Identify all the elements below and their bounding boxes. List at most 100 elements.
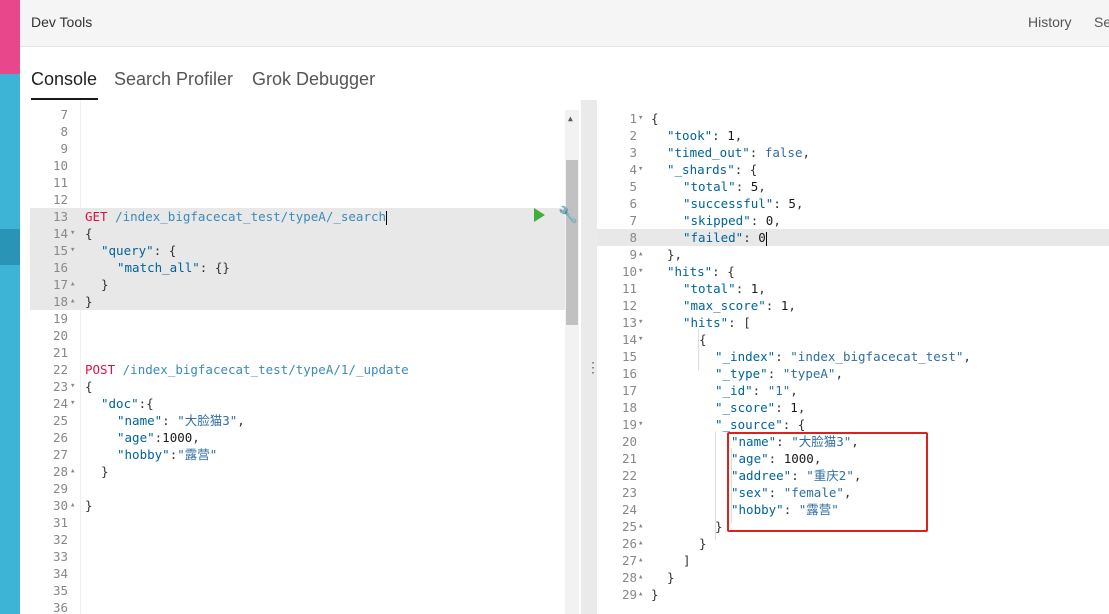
code-text: "took": 1, [651,127,742,144]
fold-open-icon[interactable]: ▾ [638,416,648,433]
settings-link[interactable]: Se [1094,14,1109,30]
fold-open-icon[interactable]: ▾ [638,263,648,280]
request-editor[interactable]: 7 8 9 10 11 12 13 GET /index_bigfacecat_test/ty… [30,100,580,614]
code-token: , [788,298,796,313]
line-number: 11 [52,175,68,190]
scrollbar-thumb[interactable] [566,160,578,325]
code-token: : { [153,243,177,258]
line-number: 35 [52,583,68,598]
fold-open-icon[interactable]: ▾ [70,378,80,395]
fold-close-icon[interactable]: ▴ [70,276,80,293]
line-number: 20 [621,434,637,449]
editor-scrollbar[interactable]: ▲ [565,110,579,614]
code-token: : [768,485,784,500]
indent-guide [715,431,716,540]
code-token: "skipped" [683,213,751,228]
editor-line: 26 "age":1000, [30,429,565,446]
code-token: : [776,434,792,449]
nav-item-dev-tools[interactable] [0,229,20,265]
code-token: "name" [117,413,163,428]
code-token: "_source" [715,417,783,432]
code-text: "hobby":"露营" [85,446,217,463]
fold-close-icon[interactable]: ▴ [638,246,648,263]
code-token: : [743,230,759,245]
line-number: 10 [621,264,637,279]
line-number: 14 [621,332,637,347]
output-line: 23 "sex": "female", [597,484,1109,501]
code-text: POST /index_bigfacecat_test/typeA/1/_upd… [85,361,409,378]
editor-line: 27 "hobby":"露营" [30,446,565,463]
output-line: 11 "total": 1, [597,280,1109,297]
code-token: , [963,349,971,364]
fold-close-icon[interactable]: ▴ [638,535,648,552]
output-line: 28 ▴} [597,569,1109,586]
code-text: "name": "大脸猫3", [651,433,859,450]
editor-line: 8 [30,123,565,140]
line-number: 13 [621,315,637,330]
editor-line: 11 [30,174,565,191]
wrench-icon[interactable]: 🔧 [558,205,578,224]
indent-guide [698,329,699,370]
code-token: "大脸猫3" [177,413,238,428]
code-token: }, [667,247,683,262]
output-line: 3 "timed_out": false, [597,144,1109,161]
fold-close-icon[interactable]: ▴ [638,552,648,569]
output-line: 29 ▴} [597,586,1109,603]
code-token: "露营" [177,447,218,462]
code-token: "重庆2" [806,468,854,483]
pane-resizer[interactable]: ⋮ [581,100,600,614]
editor-line: 12 [30,191,565,208]
line-number: 15 [621,349,637,364]
code-token: "total" [683,281,736,296]
code-text: } [651,586,659,603]
fold-close-icon[interactable]: ▴ [70,497,80,514]
line-number: 17 [621,383,637,398]
fold-close-icon[interactable]: ▴ [638,569,648,586]
fold-close-icon[interactable]: ▴ [70,293,80,310]
fold-open-icon[interactable]: ▾ [70,242,80,259]
nav-logo-block[interactable] [0,0,20,74]
code-token: : [735,281,751,296]
line-number: 11 [621,281,637,296]
response-output: 1 ▾{2 "took": 1, 3 "timed_out": false, 4 ▾ "_sh… [597,100,1109,614]
fold-close-icon[interactable]: ▴ [638,518,648,535]
tab-grok-debugger[interactable]: Grok Debugger [252,69,375,90]
tab-search-profiler[interactable]: Search Profiler [114,69,233,90]
fold-open-icon[interactable]: ▾ [70,225,80,242]
code-text: } [85,293,93,310]
text-cursor [765,231,767,246]
line-number: 25 [621,519,637,534]
line-number: 25 [52,413,68,428]
fold-close-icon[interactable]: ▴ [638,586,648,603]
code-token: "age" [117,430,155,445]
output-line: 13 ▾ "hits": [ [597,314,1109,331]
line-number: 1 [629,111,637,126]
editor-line: 20 [30,327,565,344]
output-line: 8 "failed": 0 [597,229,1109,246]
fold-open-icon[interactable]: ▾ [70,395,80,412]
code-text: "_source": { [651,416,805,433]
fold-open-icon[interactable]: ▾ [638,161,648,178]
code-token: 1000 [162,430,193,445]
line-number: 26 [621,536,637,551]
fold-open-icon[interactable]: ▾ [638,110,648,127]
code-text: } [85,276,109,293]
code-text: } [651,518,723,535]
code-token: "timed_out" [667,145,750,160]
tab-console[interactable]: Console [31,69,97,90]
fold-open-icon[interactable]: ▾ [638,331,648,348]
code-token: "hobby" [731,502,784,517]
history-link[interactable]: History [1028,14,1072,30]
code-text: "query": { [85,242,176,259]
editor-line: 14 ▾ { [30,225,565,242]
fold-close-icon[interactable]: ▴ [70,463,80,480]
line-number: 13 [52,209,68,224]
editor-line: 19 [30,310,565,327]
line-number: 30 [52,498,68,513]
code-token: "query" [101,243,154,258]
output-line: 16 "_type": "typeA", [597,365,1109,382]
scroll-up-icon[interactable]: ▲ [568,114,573,123]
line-number: 24 [621,502,637,517]
send-request-play-icon[interactable] [534,208,545,222]
fold-open-icon[interactable]: ▾ [638,314,648,331]
